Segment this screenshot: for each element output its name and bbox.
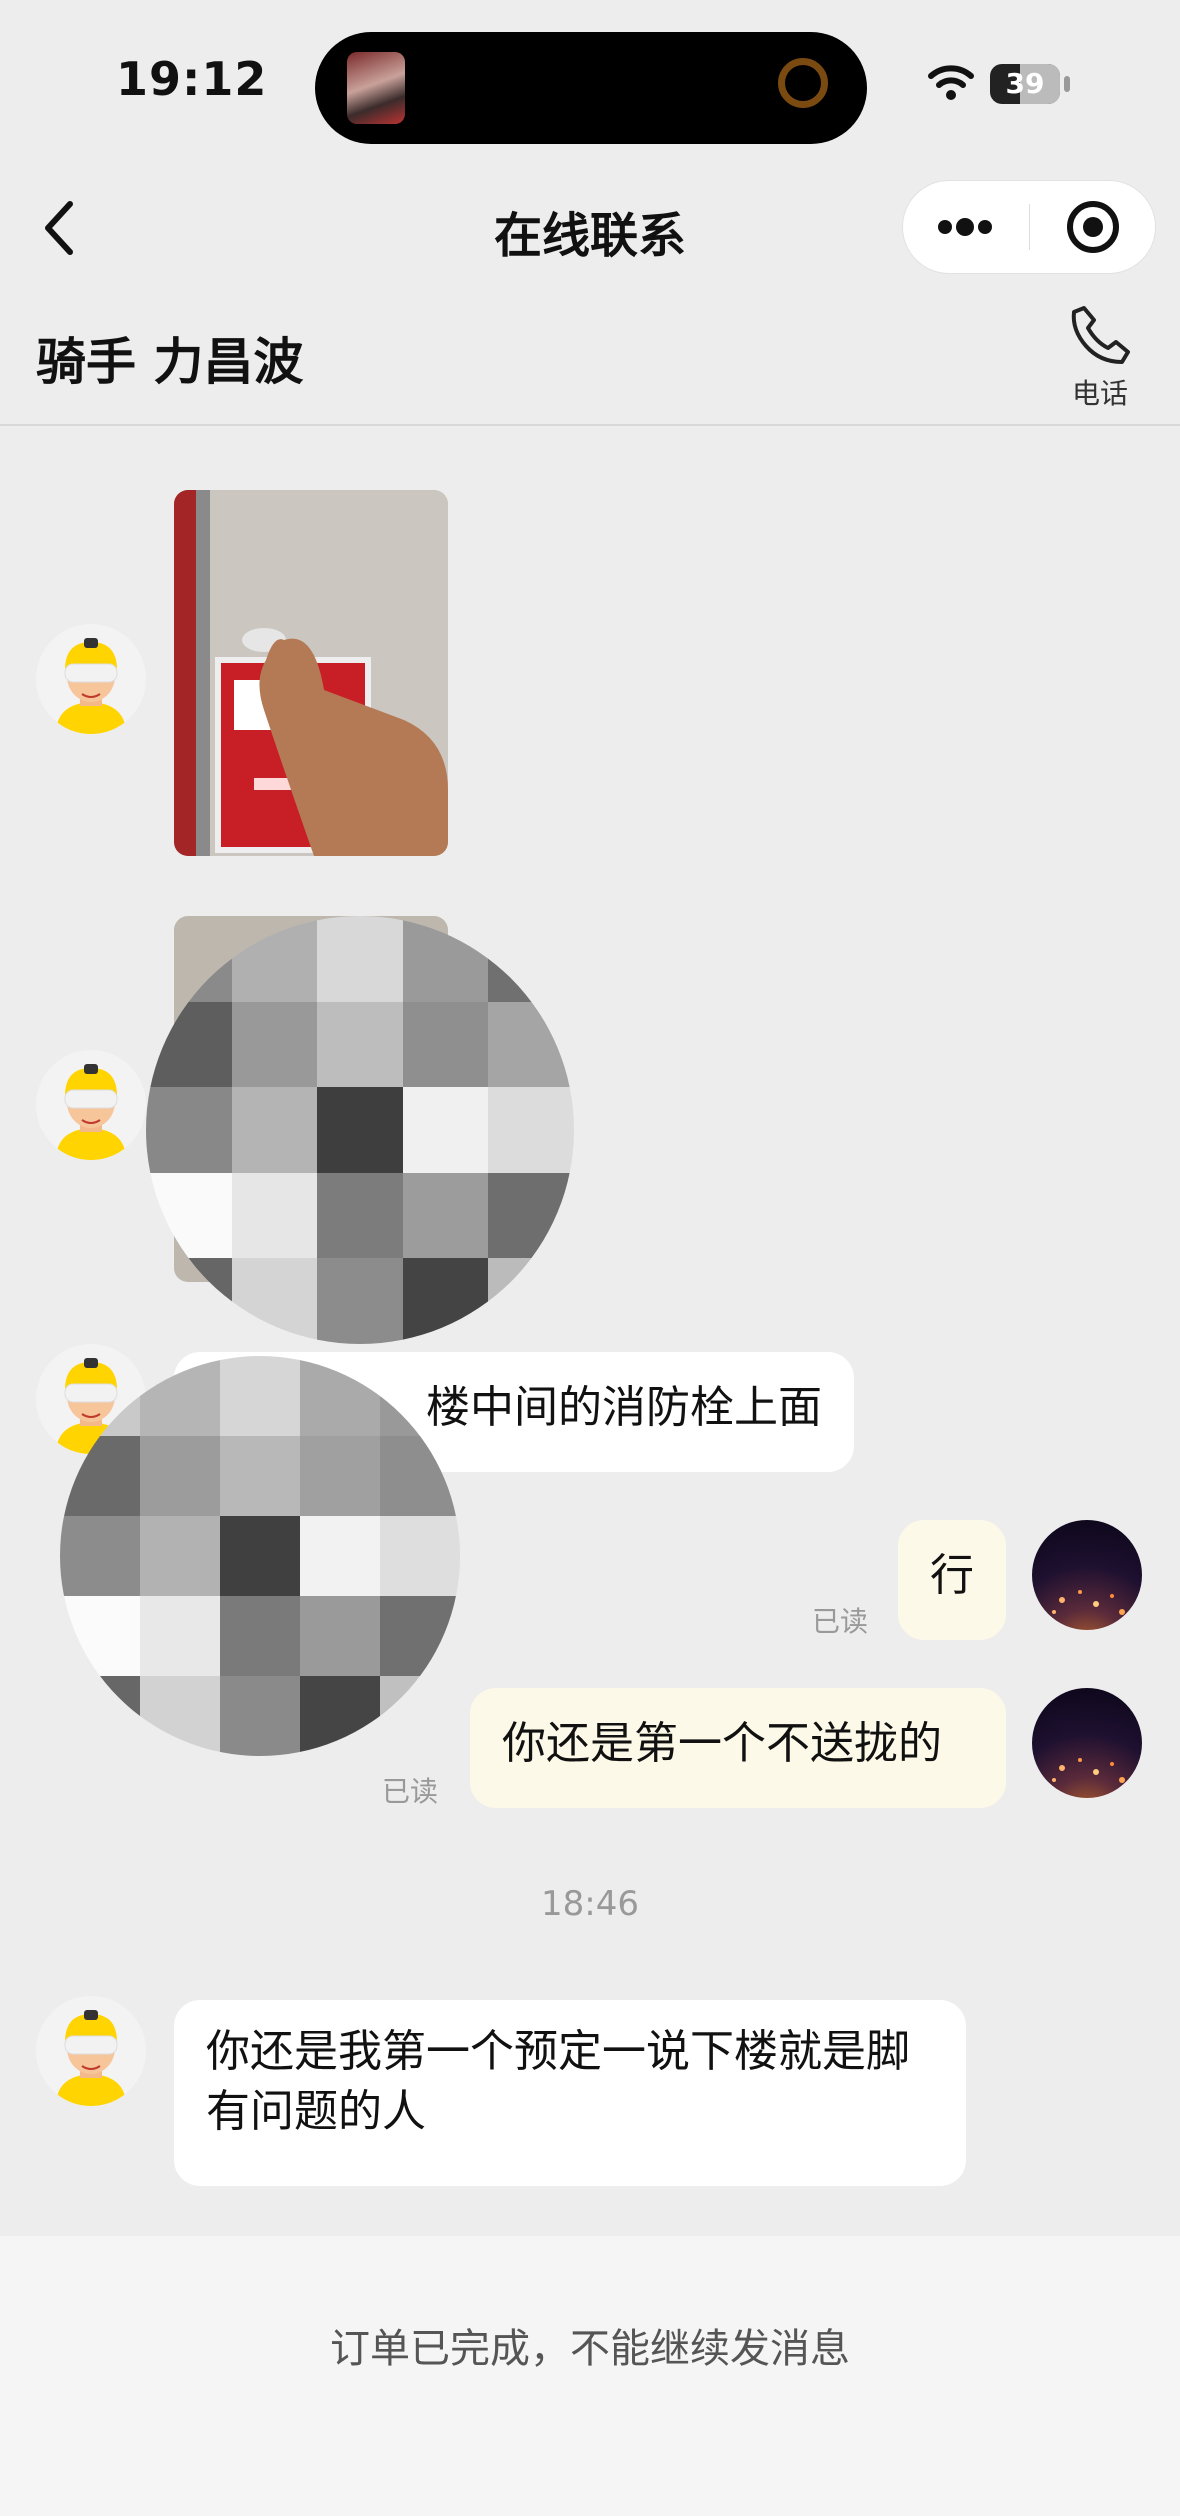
battery-nub — [1064, 76, 1070, 92]
more-icon — [938, 218, 992, 236]
more-button[interactable] — [902, 180, 1029, 274]
rider-avatar[interactable] — [36, 1050, 146, 1160]
privacy-mosaic — [60, 1356, 460, 1756]
status-time: 19:12 — [116, 52, 268, 106]
message-text: 你还是第一个不送拢的 — [502, 1718, 942, 1769]
image-message[interactable] — [174, 490, 448, 856]
message-bubble-self[interactable]: 你还是第一个不送拢的 — [470, 1688, 1006, 1808]
time-separator: 18:46 — [541, 1884, 639, 1924]
message-bubble-self[interactable]: 行 — [898, 1520, 1006, 1640]
message-text: 行 — [930, 1550, 974, 1601]
mini-program-close-button[interactable] — [1030, 180, 1156, 274]
privacy-mosaic — [146, 916, 574, 1344]
user-avatar[interactable] — [1032, 1520, 1142, 1630]
rider-avatar[interactable] — [36, 624, 146, 734]
mini-program-close-icon — [1067, 201, 1119, 253]
header-divider — [0, 424, 1180, 426]
call-label: 电话 — [1071, 377, 1128, 410]
rider-avatar[interactable] — [36, 1996, 146, 2106]
order-completed-notice: 订单已完成，不能继续发消息 — [330, 2326, 850, 2372]
rider-name: 骑手 力昌波 — [36, 333, 304, 391]
message-bubble[interactable]: 你还是我第一个预定一说下楼就是脚有问题的人 — [174, 2000, 966, 2186]
phone-icon — [1071, 306, 1130, 364]
activity-ring-icon — [778, 58, 828, 108]
message-text: 楼中间的消防栓上面 — [426, 1382, 822, 1433]
footer-bar — [0, 2236, 1180, 2516]
read-status: 已读 — [812, 1605, 869, 1638]
read-status: 已读 — [382, 1775, 439, 1808]
user-avatar[interactable] — [1032, 1688, 1142, 1798]
wifi-icon — [928, 62, 974, 106]
message-text: 你还是我第一个预定一说下楼就是脚有问题的人 — [206, 2026, 910, 2137]
battery-icon: 39 — [990, 64, 1060, 104]
battery-level: 39 — [1005, 67, 1045, 100]
now-playing-thumbnail — [347, 52, 405, 124]
